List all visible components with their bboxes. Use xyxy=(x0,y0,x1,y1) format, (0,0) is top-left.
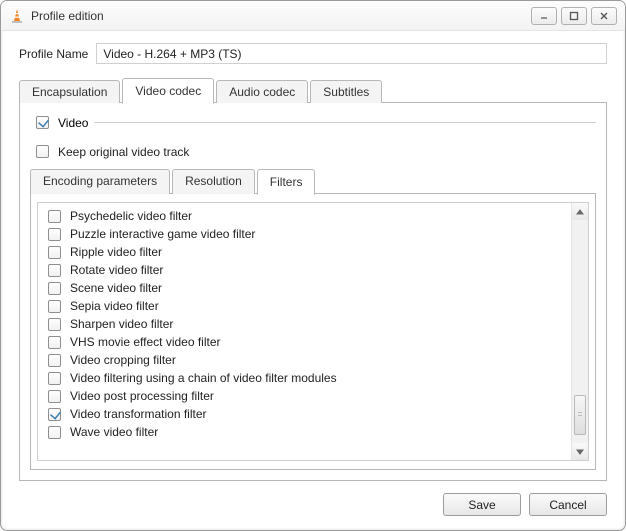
scroll-up-button[interactable] xyxy=(572,203,588,220)
video-checkbox-label: Video xyxy=(58,116,88,130)
tab-audio-codec[interactable]: Audio codec xyxy=(216,80,308,103)
filter-item: Puzzle interactive game video filter xyxy=(44,225,569,243)
subtab-filters[interactable]: Filters xyxy=(257,169,316,195)
titlebar: Profile edition xyxy=(1,1,625,31)
filter-label: VHS movie effect video filter xyxy=(70,335,221,349)
filter-item: Video cropping filter xyxy=(44,351,569,369)
tab-body-video-codec: Video Keep original video track Encoding… xyxy=(19,103,607,481)
main-tabbar: Encapsulation Video codec Audio codec Su… xyxy=(19,78,607,103)
save-button[interactable]: Save xyxy=(443,493,521,516)
filter-label: Video transformation filter xyxy=(70,407,207,421)
app-icon xyxy=(9,8,25,24)
filter-item: Wave video filter xyxy=(44,423,569,441)
filter-item: Sharpen video filter xyxy=(44,315,569,333)
filter-label: Sharpen video filter xyxy=(70,317,173,331)
minimize-button[interactable] xyxy=(531,7,557,25)
filter-checkbox[interactable] xyxy=(48,282,61,295)
scroll-thumb[interactable] xyxy=(574,395,586,435)
filter-item: Sepia video filter xyxy=(44,297,569,315)
filter-item: Rotate video filter xyxy=(44,261,569,279)
filter-item: Ripple video filter xyxy=(44,243,569,261)
filter-label: Scene video filter xyxy=(70,281,162,295)
video-group: Video xyxy=(32,113,596,132)
close-button[interactable] xyxy=(591,7,617,25)
filter-label: Wave video filter xyxy=(70,425,158,439)
filters-items: Psychedelic video filter Puzzle interacti… xyxy=(38,203,571,460)
subtab-encoding[interactable]: Encoding parameters xyxy=(30,169,170,194)
keep-original-row: Keep original video track xyxy=(32,142,596,161)
filter-checkbox[interactable] xyxy=(48,246,61,259)
filter-item: Video filtering using a chain of video f… xyxy=(44,369,569,387)
subtab-resolution[interactable]: Resolution xyxy=(172,169,255,194)
filter-checkbox[interactable] xyxy=(48,228,61,241)
profile-name-row: Profile Name xyxy=(19,43,607,64)
filter-label: Video post processing filter xyxy=(70,389,214,403)
filters-listbox: Psychedelic video filter Puzzle interacti… xyxy=(37,202,589,461)
filter-checkbox[interactable] xyxy=(48,408,61,421)
filter-checkbox[interactable] xyxy=(48,210,61,223)
window-title: Profile edition xyxy=(31,9,525,23)
filters-frame: Psychedelic video filter Puzzle interacti… xyxy=(30,194,596,470)
scrollbar[interactable] xyxy=(571,203,588,460)
filter-item: Psychedelic video filter xyxy=(44,207,569,225)
filter-label: Psychedelic video filter xyxy=(70,209,192,223)
tab-subtitles[interactable]: Subtitles xyxy=(310,80,382,103)
filter-item: Video post processing filter xyxy=(44,387,569,405)
profile-name-input[interactable] xyxy=(96,43,607,64)
divider-line xyxy=(94,122,596,123)
tab-video-codec[interactable]: Video codec xyxy=(122,78,214,104)
scroll-track[interactable] xyxy=(572,220,588,443)
filter-label: Video cropping filter xyxy=(70,353,176,367)
filter-checkbox[interactable] xyxy=(48,426,61,439)
footer: Save Cancel xyxy=(19,481,607,516)
maximize-button[interactable] xyxy=(561,7,587,25)
filter-label: Sepia video filter xyxy=(70,299,159,313)
filter-checkbox[interactable] xyxy=(48,336,61,349)
subtab-bar: Encoding parameters Resolution Filters xyxy=(30,169,596,194)
window-controls xyxy=(531,7,621,25)
cancel-button[interactable]: Cancel xyxy=(529,493,607,516)
filter-label: Rotate video filter xyxy=(70,263,163,277)
filter-checkbox[interactable] xyxy=(48,354,61,367)
scroll-down-button[interactable] xyxy=(572,443,588,460)
filter-item: Scene video filter xyxy=(44,279,569,297)
filter-label: Ripple video filter xyxy=(70,245,162,259)
filter-label: Puzzle interactive game video filter xyxy=(70,227,255,241)
dialog-window: Profile edition Profile Name Encapsulati… xyxy=(0,0,626,531)
filter-checkbox[interactable] xyxy=(48,372,61,385)
keep-original-label: Keep original video track xyxy=(58,145,189,159)
filter-item: VHS movie effect video filter xyxy=(44,333,569,351)
filter-checkbox[interactable] xyxy=(48,264,61,277)
profile-name-label: Profile Name xyxy=(19,47,88,61)
filter-checkbox[interactable] xyxy=(48,318,61,331)
filter-checkbox[interactable] xyxy=(48,300,61,313)
client-area: Profile Name Encapsulation Video codec A… xyxy=(1,31,625,530)
filter-label: Video filtering using a chain of video f… xyxy=(70,371,337,385)
tab-encapsulation[interactable]: Encapsulation xyxy=(19,80,120,103)
filter-checkbox[interactable] xyxy=(48,390,61,403)
keep-original-checkbox[interactable] xyxy=(36,145,49,158)
filter-item: Video transformation filter xyxy=(44,405,569,423)
video-checkbox[interactable] xyxy=(36,116,49,129)
